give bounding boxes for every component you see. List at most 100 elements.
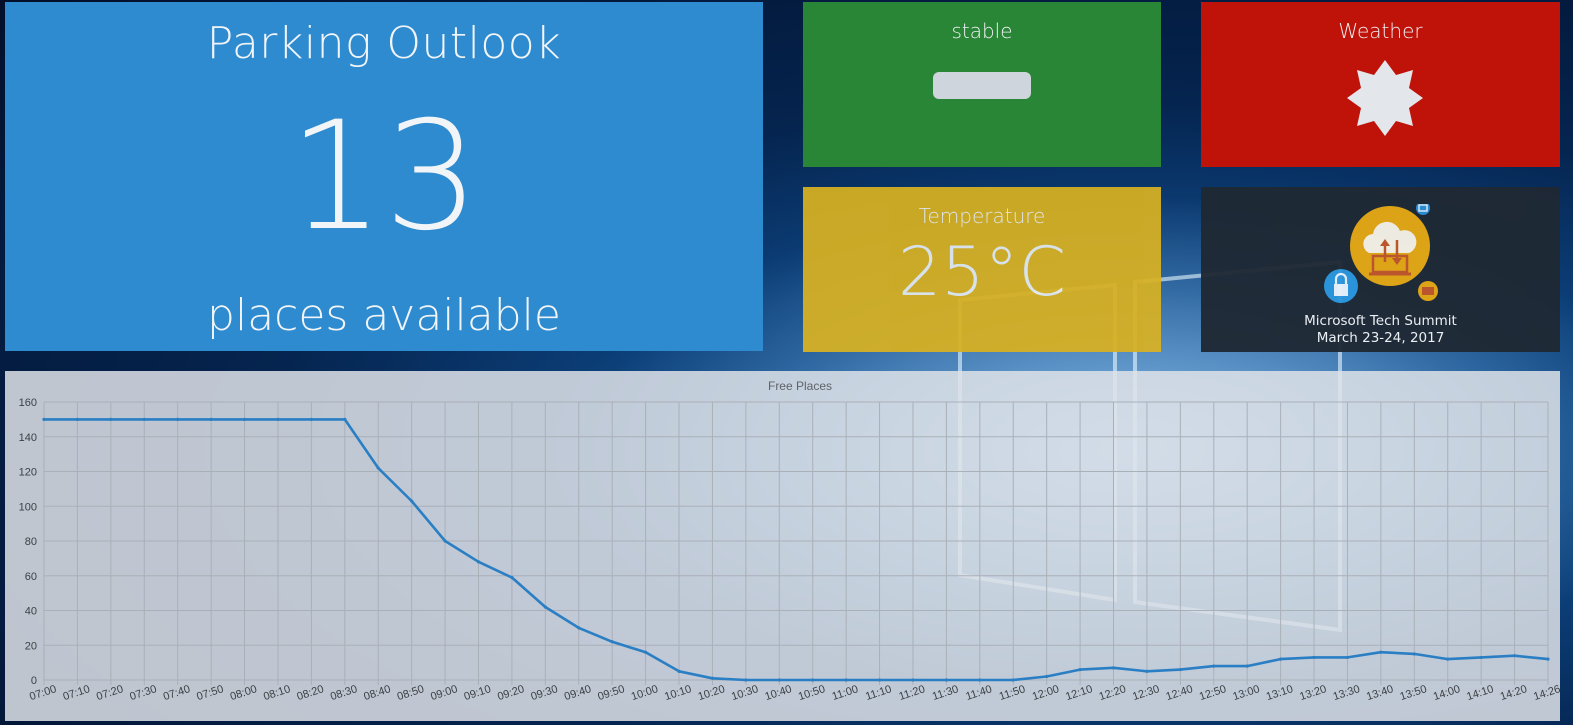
x-tick-label: 08:30 — [329, 683, 359, 703]
x-tick-label: 11:40 — [964, 683, 993, 703]
data-point — [677, 669, 681, 673]
x-tick-label: 08:20 — [296, 683, 326, 703]
data-point — [1379, 650, 1383, 654]
x-tick-label: 11:10 — [864, 683, 893, 703]
data-point — [209, 417, 213, 421]
temperature-tile[interactable]: Temperature 25°C — [803, 187, 1161, 352]
data-point — [644, 650, 648, 654]
x-tick-label: 08:00 — [229, 683, 259, 703]
data-point — [1178, 667, 1182, 672]
x-tick-label: 11:20 — [897, 683, 926, 703]
x-tick-label: 11:00 — [831, 683, 860, 703]
y-tick-label: 160 — [19, 397, 37, 409]
free-places-chart-svg: 0 20 40 60 80 100 120 140 160 07:00 07:10 07:20 07:… — [19, 379, 1560, 703]
x-tick-label: 10:10 — [663, 683, 693, 703]
free-places-chart: 0 20 40 60 80 100 120 140 160 07:00 07:10 07:20 07:… — [5, 371, 1560, 721]
data-point — [710, 676, 715, 680]
x-tick-label: 07:40 — [162, 683, 192, 703]
x-axis-ticks: 07:00 07:10 07:20 07:30 07:40 07:50 08:00 08:10… — [28, 683, 1560, 703]
x-tick-label: 14:20 — [1499, 683, 1529, 703]
data-point — [1412, 652, 1416, 656]
y-axis-ticks: 0 20 40 60 80 100 120 140 160 — [19, 397, 37, 687]
temperature-label: Temperature — [918, 204, 1046, 228]
available-places-count: 13 — [288, 90, 480, 264]
event-tile[interactable]: Microsoft Tech Summit March 23-24, 2017 — [1201, 187, 1560, 352]
weather-label: Weather — [1338, 19, 1423, 43]
x-tick-label: 12:00 — [1031, 683, 1061, 703]
data-point — [1011, 678, 1015, 682]
x-tick-label: 12:20 — [1098, 683, 1128, 703]
y-tick-label: 80 — [25, 536, 37, 548]
data-point — [1312, 655, 1316, 660]
data-point — [543, 605, 547, 609]
data-point — [844, 678, 848, 682]
x-tick-label: 10:00 — [630, 683, 660, 703]
y-tick-label: 40 — [25, 606, 37, 618]
data-point — [911, 678, 915, 682]
x-tick-label: 13:20 — [1298, 683, 1328, 703]
x-tick-label: 10:20 — [697, 683, 727, 703]
parking-outlook-tile[interactable]: Parking Outlook 13 places available — [5, 2, 763, 351]
x-tick-label: 09:00 — [429, 683, 459, 703]
trend-tile[interactable]: stable — [803, 2, 1161, 167]
data-point — [1045, 674, 1049, 679]
data-point — [1078, 667, 1082, 672]
y-tick-label: 60 — [25, 571, 37, 583]
data-point — [1345, 655, 1350, 660]
data-point — [610, 640, 614, 644]
x-tick-label: 10:30 — [730, 683, 760, 703]
y-tick-label: 0 — [31, 675, 37, 687]
x-tick-label: 11:50 — [998, 683, 1027, 703]
data-point — [1145, 669, 1149, 673]
data-point — [1212, 664, 1216, 668]
y-tick-label: 120 — [19, 467, 37, 479]
x-tick-label: 08:40 — [362, 683, 392, 703]
weather-tile[interactable]: Weather — [1201, 2, 1560, 167]
x-tick-label: 08:50 — [396, 683, 426, 703]
x-tick-label: 09:30 — [529, 683, 559, 703]
data-point — [376, 466, 380, 470]
x-tick-label: 12:30 — [1131, 683, 1161, 703]
x-tick-label: 07:20 — [95, 683, 125, 703]
data-point — [1546, 657, 1550, 661]
data-point — [1245, 664, 1249, 668]
x-tick-label: 07:10 — [62, 683, 92, 703]
data-point — [877, 678, 882, 682]
data-point — [343, 417, 347, 421]
x-tick-label: 12:10 — [1064, 683, 1094, 703]
data-point — [176, 417, 180, 421]
x-tick-label: 08:10 — [262, 683, 292, 703]
parking-title: Parking Outlook — [206, 18, 562, 69]
x-tick-label: 14:00 — [1432, 683, 1462, 703]
data-point — [75, 417, 80, 421]
x-tick-label: 12:50 — [1198, 683, 1228, 703]
x-tick-label: 13:00 — [1231, 683, 1261, 703]
y-tick-label: 140 — [19, 432, 37, 444]
tech-summit-cloud-icon — [1324, 204, 1438, 303]
x-tick-label: 09:50 — [596, 683, 626, 703]
data-point — [476, 560, 481, 564]
x-tick-label: 07:30 — [128, 683, 158, 703]
x-tick-label: 14:26 — [1532, 683, 1560, 703]
event-dates: March 23-24, 2017 — [1316, 330, 1445, 346]
data-point — [309, 417, 313, 421]
series-points — [42, 417, 1550, 682]
x-tick-label: 09:20 — [496, 683, 526, 703]
x-tick-label: 14:10 — [1465, 683, 1495, 703]
data-point — [1279, 657, 1283, 661]
free-places-series-line — [44, 418, 1549, 682]
data-point — [777, 678, 781, 682]
data-point — [1111, 666, 1116, 670]
x-tick-label: 11:30 — [931, 683, 960, 703]
data-point — [944, 678, 949, 682]
data-point — [109, 417, 113, 421]
y-tick-label: 100 — [19, 501, 37, 513]
data-point — [443, 539, 447, 543]
x-tick-label: 12:40 — [1164, 683, 1194, 703]
data-point — [242, 417, 247, 421]
data-point — [142, 417, 146, 421]
data-point — [42, 417, 46, 421]
x-tick-label: 13:40 — [1365, 683, 1395, 703]
chart-title: Free Places — [768, 379, 832, 393]
event-name: Microsoft Tech Summit — [1304, 313, 1457, 329]
